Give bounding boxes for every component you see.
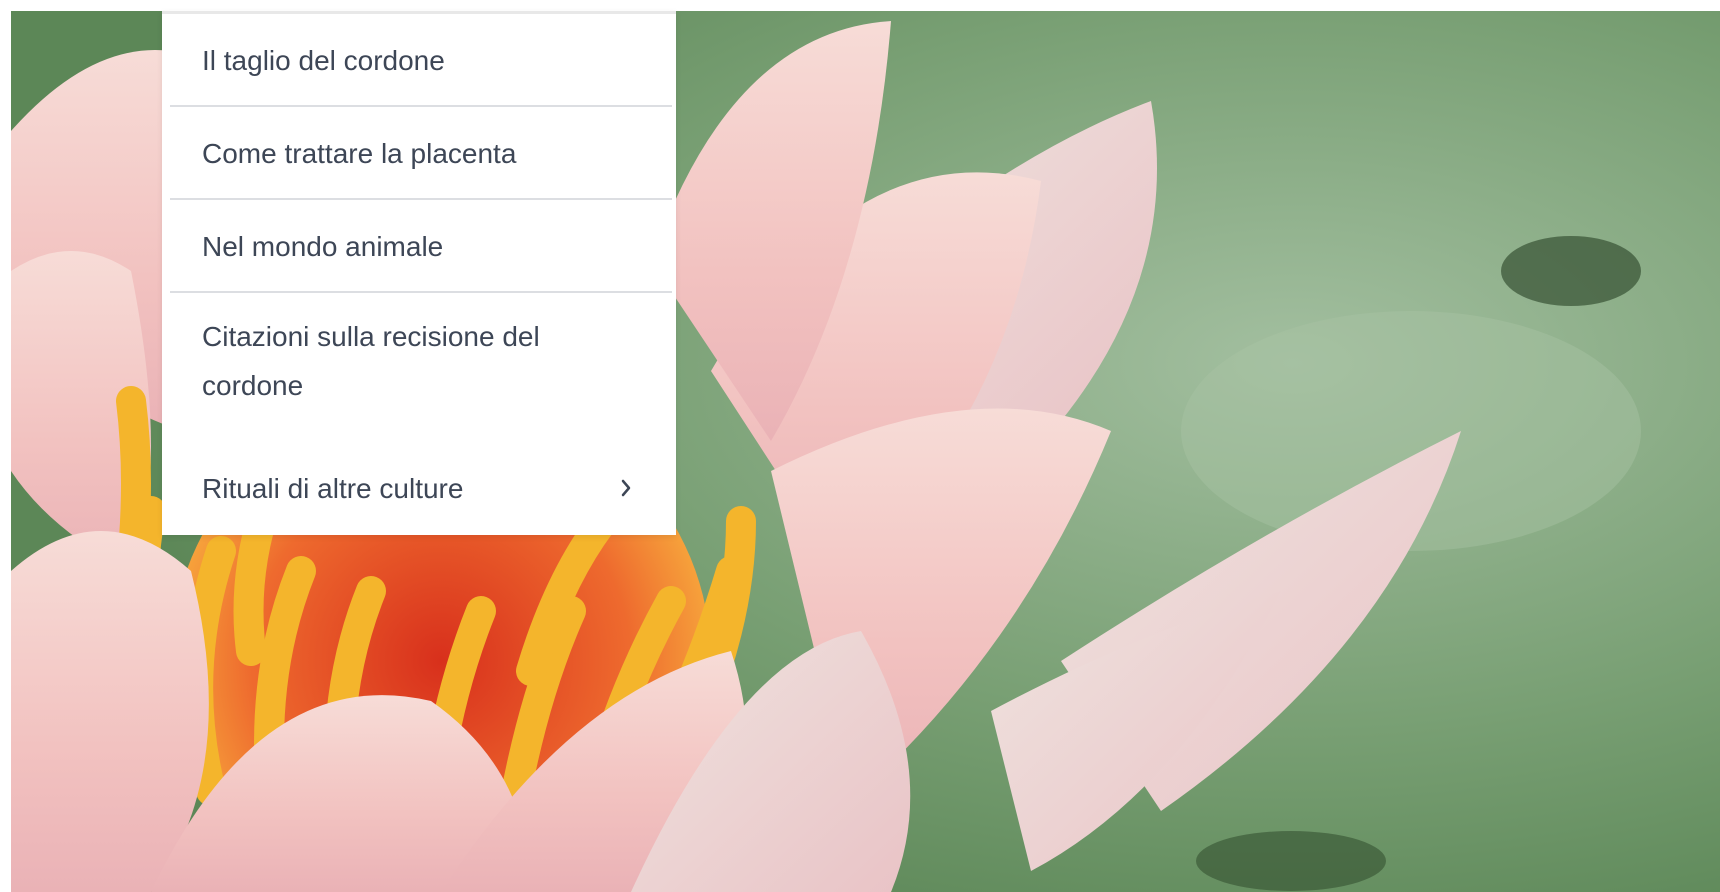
menu-item-label: Citazioni sulla recisione del cordone xyxy=(202,321,540,401)
menu-item-label: Nel mondo animale xyxy=(202,231,444,262)
menu-item-rituali-di-altre-culture[interactable]: Rituali di altre culture xyxy=(170,411,672,535)
menu-item-label: Rituali di altre culture xyxy=(202,473,464,504)
menu-item-citazioni[interactable]: Citazioni sulla recisione del cordone xyxy=(170,293,672,411)
menu-item-come-trattare-la-placenta[interactable]: Come trattare la placenta xyxy=(170,107,672,200)
menu-item-il-taglio-del-cordone[interactable]: Il taglio del cordone xyxy=(170,14,672,107)
chevron-right-icon xyxy=(618,463,636,497)
menu-item-label: Come trattare la placenta xyxy=(202,138,517,169)
dropdown-menu: Il taglio del cordone Come trattare la p… xyxy=(162,11,676,535)
page: Il taglio del cordone Come trattare la p… xyxy=(0,0,1720,892)
menu-item-label: Il taglio del cordone xyxy=(202,45,445,76)
menu-item-nel-mondo-animale[interactable]: Nel mondo animale xyxy=(170,200,672,293)
